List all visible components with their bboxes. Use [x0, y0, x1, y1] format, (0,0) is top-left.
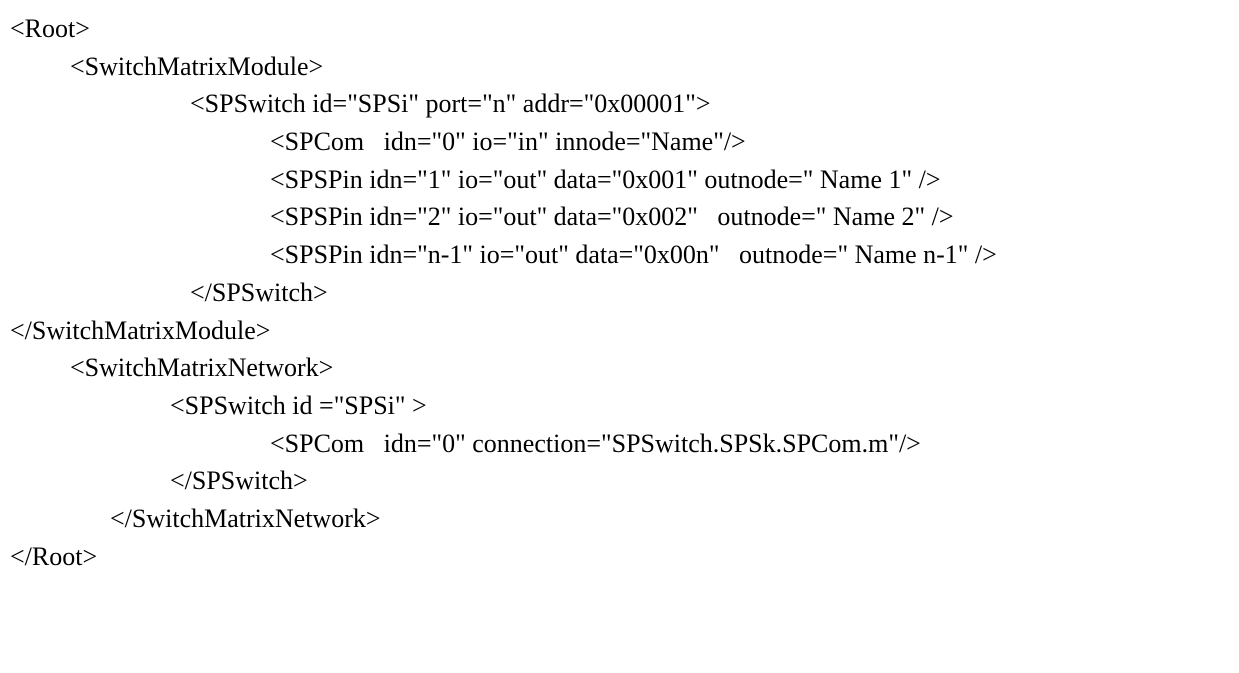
xml-line-root-close: </Root>: [10, 538, 1229, 576]
xml-line-switchmatrixnetwork-open: <SwitchMatrixNetwork>: [10, 349, 1229, 387]
xml-line-spspin-3: <SPSPin idn="n-1" io="out" data="0x00n" …: [10, 236, 1229, 274]
xml-line-spswitch-close-2: </SPSwitch>: [10, 462, 1229, 500]
xml-line-switchmatrixmodule-close: </SwitchMatrixModule>: [10, 312, 1229, 350]
xml-line-spcom-1: <SPCom idn="0" io="in" innode="Name"/>: [10, 123, 1229, 161]
xml-line-spswitch-open-2: <SPSwitch id ="SPSi" >: [10, 387, 1229, 425]
xml-line-spswitch-close-1: </SPSwitch>: [10, 274, 1229, 312]
xml-line-root-open: <Root>: [10, 10, 1229, 48]
xml-line-spcom-2: <SPCom idn="0" connection="SPSwitch.SPSk…: [10, 425, 1229, 463]
xml-line-spspin-1: <SPSPin idn="1" io="out" data="0x001" ou…: [10, 161, 1229, 199]
xml-line-spswitch-open-1: <SPSwitch id="SPSi" port="n" addr="0x000…: [10, 85, 1229, 123]
xml-line-spspin-2: <SPSPin idn="2" io="out" data="0x002" ou…: [10, 198, 1229, 236]
xml-line-switchmatrixnetwork-close: </SwitchMatrixNetwork>: [10, 500, 1229, 538]
xml-line-switchmatrixmodule-open: <SwitchMatrixModule>: [10, 48, 1229, 86]
